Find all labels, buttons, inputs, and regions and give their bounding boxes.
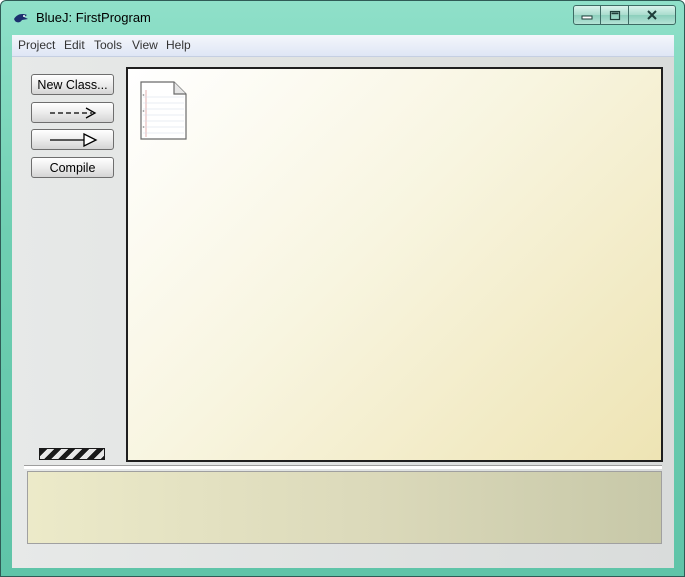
menu-bar: Project Edit Tools View Help (12, 35, 674, 57)
menu-tools[interactable]: Tools (94, 38, 122, 52)
class-diagram-canvas[interactable] (126, 67, 663, 462)
machine-status-indicator[interactable] (39, 448, 105, 460)
uses-arrow-button[interactable] (31, 102, 114, 123)
close-button[interactable] (629, 5, 676, 25)
menu-view[interactable]: View (132, 38, 158, 52)
inheritance-arrow-button[interactable] (31, 129, 114, 150)
inheritance-arrow-icon (49, 132, 97, 147)
app-name: BlueJ: (36, 10, 73, 25)
menu-help[interactable]: Help (166, 38, 191, 52)
new-class-button[interactable]: New Class... (31, 74, 114, 95)
readme-document-icon[interactable] (140, 81, 188, 141)
maximize-icon (609, 10, 620, 20)
minimize-button[interactable] (573, 5, 601, 25)
minimize-icon (581, 15, 593, 20)
compile-button[interactable]: Compile (31, 157, 114, 178)
close-icon (647, 10, 657, 20)
window-controls (573, 5, 676, 27)
bluej-window: BlueJ: FirstProgram Project Edit Tools V… (0, 0, 685, 577)
dashed-arrow-icon (49, 106, 96, 119)
message-panel (27, 471, 662, 544)
panel-splitter[interactable] (24, 465, 662, 469)
main-area: New Class... Compile (12, 57, 674, 568)
title-bar[interactable]: BlueJ: FirstProgram (1, 1, 684, 35)
bluej-bird-icon (14, 14, 28, 23)
window-title: BlueJ: FirstProgram (36, 10, 151, 25)
maximize-button[interactable] (601, 5, 629, 25)
menu-project[interactable]: Project (18, 38, 55, 52)
project-name: FirstProgram (75, 10, 151, 25)
menu-edit[interactable]: Edit (64, 38, 85, 52)
